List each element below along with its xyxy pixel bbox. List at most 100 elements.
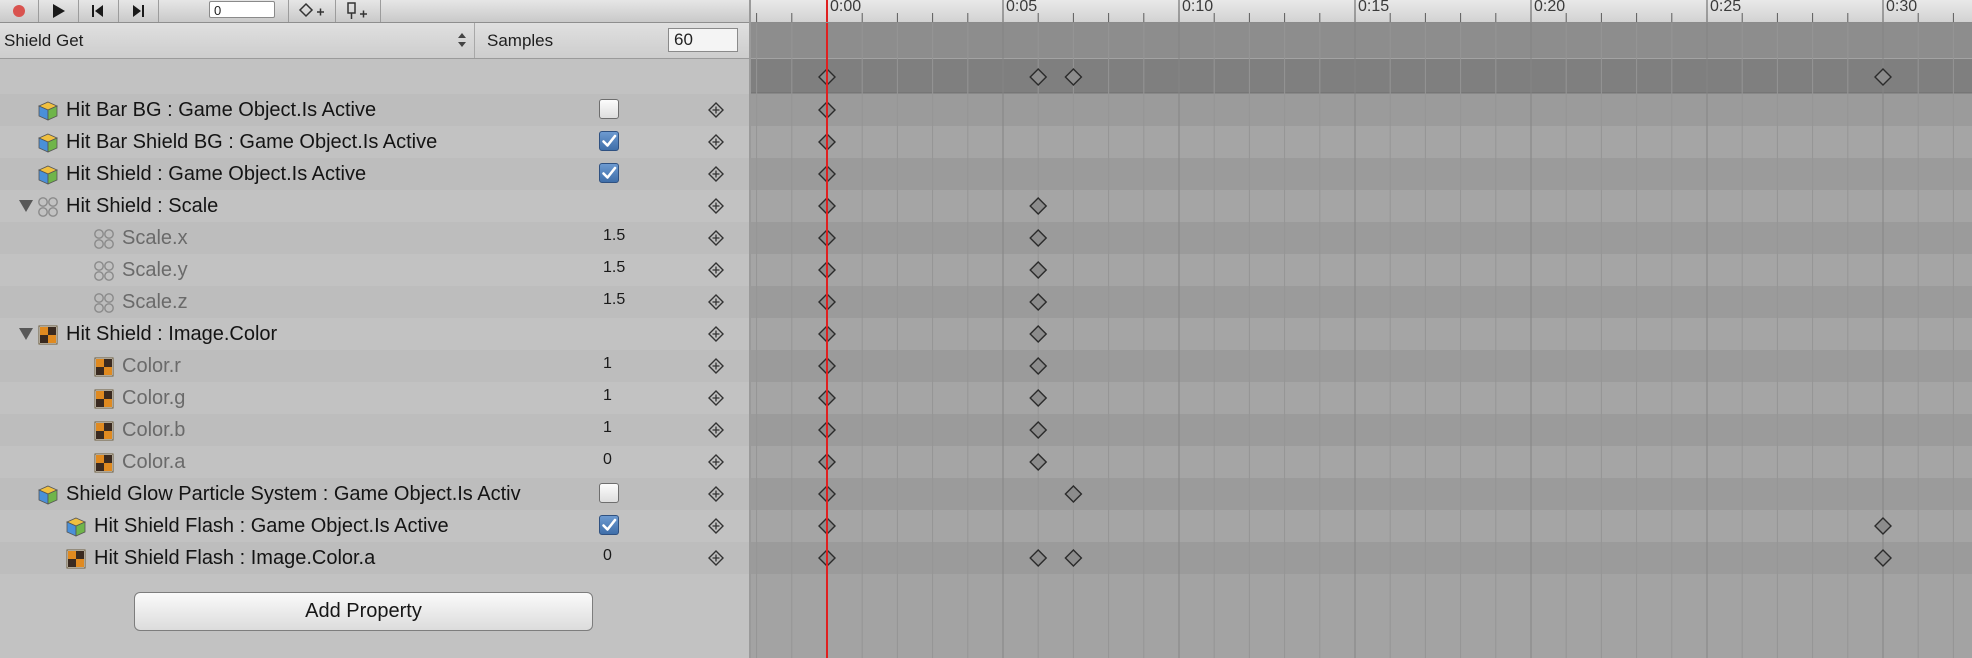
property-label: Hit Shield Flash : Image.Color.a xyxy=(94,547,376,569)
gameobject-icon xyxy=(66,517,86,537)
ruler-tick-label: 0:25 xyxy=(1710,0,1742,15)
add-event-button[interactable] xyxy=(334,0,381,22)
property-row[interactable]: Hit Shield : Image.Color xyxy=(0,318,749,350)
property-panel: 0 Shield Get Samples 60 Hit Bar BG : Gam… xyxy=(0,0,749,658)
timeline-row xyxy=(751,254,1972,286)
add-key-diamond-icon[interactable] xyxy=(708,390,724,406)
time-ruler[interactable]: 0:00 0:05 0:10 0:15 0:20 0:25 0:30 xyxy=(751,0,1972,23)
next-key-icon xyxy=(133,5,144,17)
property-label: Hit Shield Flash : Game Object.Is Active xyxy=(94,515,449,537)
add-key-diamond-icon[interactable] xyxy=(708,422,724,438)
add-keyframe-icon xyxy=(298,2,324,18)
add-key-diamond-icon[interactable] xyxy=(708,294,724,310)
play-icon xyxy=(53,4,65,18)
property-row[interactable]: Scale.x 1.5 xyxy=(0,222,749,254)
ruler-tick-label: 0:30 xyxy=(1886,0,1918,15)
samples-input[interactable]: 60 xyxy=(668,28,738,52)
gameobject-icon xyxy=(38,485,58,505)
add-key-diamond-icon[interactable] xyxy=(708,326,724,342)
timeline-row xyxy=(751,350,1972,382)
dopesheet-canvas[interactable] xyxy=(751,0,1972,658)
add-key-diamond-icon[interactable] xyxy=(708,550,724,566)
property-label: Color.b xyxy=(122,419,186,441)
property-label: Color.g xyxy=(122,387,186,409)
property-row[interactable]: Scale.z 1.5 xyxy=(0,286,749,318)
property-value[interactable]: 1 xyxy=(603,382,612,410)
clip-row: Shield Get Samples 60 xyxy=(0,23,749,59)
property-row[interactable]: Scale.y 1.5 xyxy=(0,254,749,286)
property-value[interactable]: 1.5 xyxy=(603,222,625,250)
image-icon xyxy=(94,421,114,441)
add-key-diamond-icon[interactable] xyxy=(708,486,724,502)
image-icon xyxy=(94,389,114,409)
next-key-button[interactable] xyxy=(118,0,159,22)
timeline-row xyxy=(751,382,1972,414)
record-button[interactable] xyxy=(0,0,39,22)
add-key-diamond-icon[interactable] xyxy=(708,102,724,118)
property-row[interactable]: Shield Glow Particle System : Game Objec… xyxy=(0,478,749,510)
add-key-diamond-icon[interactable] xyxy=(708,198,724,214)
property-value[interactable]: 1 xyxy=(603,350,612,378)
active-checkbox[interactable] xyxy=(599,483,619,503)
dopesheet-timeline[interactable]: 0:00 0:05 0:10 0:15 0:20 0:25 0:30 xyxy=(751,0,1972,658)
add-key-diamond-icon[interactable] xyxy=(708,262,724,278)
active-checkbox-checked[interactable] xyxy=(599,163,619,183)
property-label: Hit Bar BG : Game Object.Is Active xyxy=(66,99,377,121)
add-key-diamond-icon[interactable] xyxy=(708,454,724,470)
gameobject-icon xyxy=(38,165,58,185)
timeline-row xyxy=(751,478,1972,510)
frame-input[interactable]: 0 xyxy=(209,1,275,18)
add-key-diamond-icon[interactable] xyxy=(708,230,724,246)
property-row[interactable]: Color.b 1 xyxy=(0,414,749,446)
timeline-row xyxy=(751,542,1972,574)
add-property-button[interactable]: Add Property xyxy=(134,592,593,631)
property-row[interactable]: Hit Bar BG : Game Object.Is Active xyxy=(0,94,749,126)
timeline-row xyxy=(751,158,1972,190)
active-checkbox[interactable] xyxy=(599,99,619,119)
property-row[interactable]: Hit Shield : Game Object.Is Active xyxy=(0,158,749,190)
property-row[interactable]: Hit Shield Flash : Image.Color.a 0 xyxy=(0,542,749,574)
prev-key-button[interactable] xyxy=(78,0,119,22)
property-row[interactable]: Hit Shield : Scale xyxy=(0,190,749,222)
gameobject-icon xyxy=(38,101,58,121)
active-checkbox-checked[interactable] xyxy=(599,515,619,535)
transform-icon xyxy=(94,261,114,281)
property-value[interactable]: 0 xyxy=(603,446,612,474)
play-button[interactable] xyxy=(38,0,79,22)
animation-window: 0 Shield Get Samples 60 Hit Bar BG : Gam… xyxy=(0,0,1972,658)
property-row[interactable]: Color.a 0 xyxy=(0,446,749,478)
add-event-icon xyxy=(347,2,367,19)
add-keyframe-button[interactable] xyxy=(288,0,336,22)
add-key-diamond-icon[interactable] xyxy=(708,518,724,534)
ruler-tick-label: 0:15 xyxy=(1358,0,1390,15)
property-row[interactable]: Color.r 1 xyxy=(0,350,749,382)
active-checkbox-checked[interactable] xyxy=(599,131,619,151)
property-label: Shield Glow Particle System : Game Objec… xyxy=(66,483,521,505)
add-key-diamond-icon[interactable] xyxy=(708,358,724,374)
add-key-diamond-icon[interactable] xyxy=(708,134,724,150)
timeline-row xyxy=(751,414,1972,446)
foldout-arrow-icon[interactable] xyxy=(19,328,33,340)
timeline-row xyxy=(751,190,1972,222)
transform-icon xyxy=(94,293,114,313)
ruler-tick-label: 0:10 xyxy=(1182,0,1214,15)
property-value[interactable]: 1 xyxy=(603,414,612,442)
foldout-arrow-icon[interactable] xyxy=(19,200,33,212)
property-value[interactable]: 0 xyxy=(603,542,612,570)
summary-row xyxy=(751,59,1972,93)
add-key-diamond-icon[interactable] xyxy=(708,166,724,182)
transform-icon xyxy=(38,197,58,217)
timeline-row xyxy=(751,318,1972,350)
property-value[interactable]: 1.5 xyxy=(603,286,625,314)
timeline-row xyxy=(751,126,1972,158)
checkmark-icon xyxy=(602,166,617,179)
gameobject-icon xyxy=(38,133,58,153)
transform-icon xyxy=(94,229,114,249)
property-label: Color.r xyxy=(122,355,181,377)
prev-key-icon xyxy=(92,5,103,17)
clip-selector[interactable]: Shield Get xyxy=(0,23,475,58)
property-value[interactable]: 1.5 xyxy=(603,254,625,282)
property-row[interactable]: Hit Shield Flash : Game Object.Is Active xyxy=(0,510,749,542)
property-row[interactable]: Hit Bar Shield BG : Game Object.Is Activ… xyxy=(0,126,749,158)
property-row[interactable]: Color.g 1 xyxy=(0,382,749,414)
